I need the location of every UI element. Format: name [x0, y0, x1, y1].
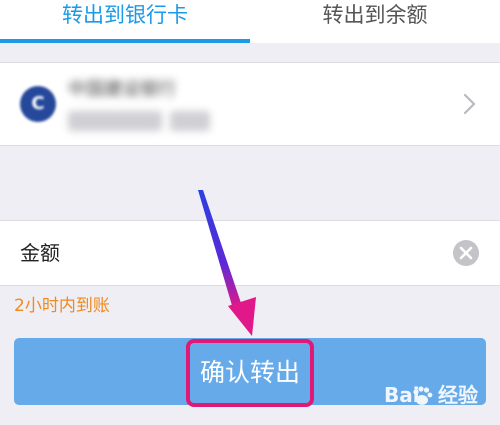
bank-name: 中国建设银行	[68, 79, 176, 100]
tab-transfer-to-bank-card[interactable]: 转出到银行卡	[0, 0, 250, 43]
tab-label: 转出到余额	[322, 3, 428, 27]
clear-icon[interactable]	[452, 239, 480, 267]
card-type-blurred	[170, 111, 210, 131]
bank-logo: C	[20, 86, 56, 122]
bank-card-selector[interactable]: C 中国建设银行	[0, 62, 500, 146]
card-number-blurred	[68, 111, 162, 131]
tab-bar: 转出到银行卡 转出到余额	[0, 0, 500, 43]
baidu-jingyan-watermark: Bai 经验	[384, 382, 496, 416]
paw-icon	[413, 386, 433, 405]
tab-label: 转出到银行卡	[62, 3, 188, 27]
arrival-time-note: 2小时内到账	[14, 296, 110, 316]
amount-field[interactable]: 金额	[0, 220, 500, 286]
amount-label: 金额	[20, 241, 60, 265]
tab-transfer-to-balance[interactable]: 转出到余额	[250, 0, 500, 43]
watermark-text-b: 经验	[438, 383, 478, 407]
chevron-right-icon	[463, 93, 476, 115]
confirm-transfer-label: 确认转出	[199, 358, 300, 387]
